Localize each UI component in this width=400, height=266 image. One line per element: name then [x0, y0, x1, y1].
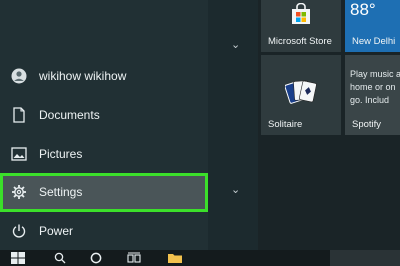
chevron-down-icon[interactable]: ⌄: [231, 183, 240, 196]
solitaire-tile-label: Solitaire: [268, 119, 303, 130]
windows-logo-icon: [11, 252, 25, 264]
weather-tile[interactable]: 88° New Delhi: [345, 0, 400, 52]
spotify-tile-label: Spotify: [352, 119, 382, 130]
task-view-icon: [127, 252, 141, 263]
user-account-label: wikihow wikihow: [39, 69, 127, 83]
power-icon: [11, 223, 27, 239]
documents-label: Documents: [39, 108, 100, 122]
pictures-label: Pictures: [39, 147, 83, 161]
solitaire-cards-icon: [285, 80, 317, 104]
documents-item[interactable]: Documents: [0, 97, 208, 133]
file-explorer-button[interactable]: [166, 250, 184, 266]
settings-label: Settings: [39, 185, 83, 199]
user-icon: [11, 68, 27, 84]
power-item[interactable]: Power: [0, 213, 208, 249]
search-button[interactable]: [52, 250, 68, 266]
chevron-down-icon[interactable]: ⌄: [231, 38, 240, 51]
gear-icon: [11, 184, 27, 200]
task-view-button[interactable]: [126, 250, 142, 266]
spotify-description-line-1: Play music a: [350, 69, 400, 79]
taskbar: [0, 250, 400, 266]
solitaire-tile[interactable]: Solitaire: [261, 55, 341, 135]
store-bag-icon: [292, 3, 310, 24]
weather-temperature: 88°: [350, 0, 376, 19]
settings-item[interactable]: Settings: [0, 174, 208, 210]
spotify-tile[interactable]: Play music a home or on go. Includ Spoti…: [345, 55, 400, 135]
search-icon: [54, 252, 66, 264]
cortana-button[interactable]: [88, 250, 104, 266]
taskbar-tray-area: [330, 250, 400, 266]
microsoft-store-tile[interactable]: Microsoft Store: [261, 0, 341, 52]
start-button[interactable]: [10, 250, 26, 266]
power-label: Power: [39, 224, 74, 238]
user-account-item[interactable]: wikihow wikihow: [0, 58, 208, 94]
cortana-ring-icon: [90, 252, 102, 264]
pictures-item[interactable]: Pictures: [0, 136, 208, 172]
spotify-description-line-3: go. Includ: [350, 95, 390, 105]
store-tile-label: Microsoft Store: [268, 36, 332, 47]
weather-location-label: New Delhi: [352, 36, 396, 47]
spotify-tile-description: Play music a home or on go. Includ: [350, 68, 400, 107]
folder-icon: [168, 254, 182, 263]
spotify-description-line-2: home or on: [350, 82, 396, 92]
document-icon: [11, 107, 27, 123]
pictures-icon: [11, 146, 27, 162]
